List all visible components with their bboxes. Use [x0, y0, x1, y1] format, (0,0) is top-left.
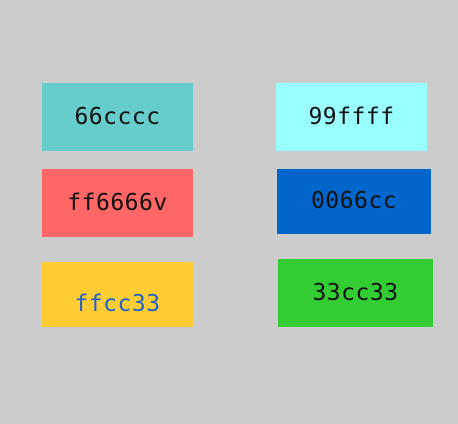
- swatch-label: 33cc33: [312, 279, 399, 306]
- swatch-label: 66cccc: [74, 103, 161, 130]
- color-swatch-99ffff[interactable]: 99ffff: [276, 83, 427, 151]
- color-swatch-ffcc33[interactable]: ffcc33: [42, 262, 193, 327]
- swatch-label: 99ffff: [308, 103, 395, 130]
- color-swatch-0066cc[interactable]: 0066cc: [277, 169, 431, 234]
- color-swatch-ff6666[interactable]: ff6666v: [42, 169, 193, 237]
- swatch-label: ffcc33: [74, 290, 161, 317]
- color-swatch-66cccc[interactable]: 66cccc: [42, 83, 193, 151]
- swatch-label: 0066cc: [310, 188, 398, 214]
- swatch-label: ff6666v: [67, 189, 168, 216]
- color-swatch-33cc33[interactable]: 33cc33: [278, 259, 433, 327]
